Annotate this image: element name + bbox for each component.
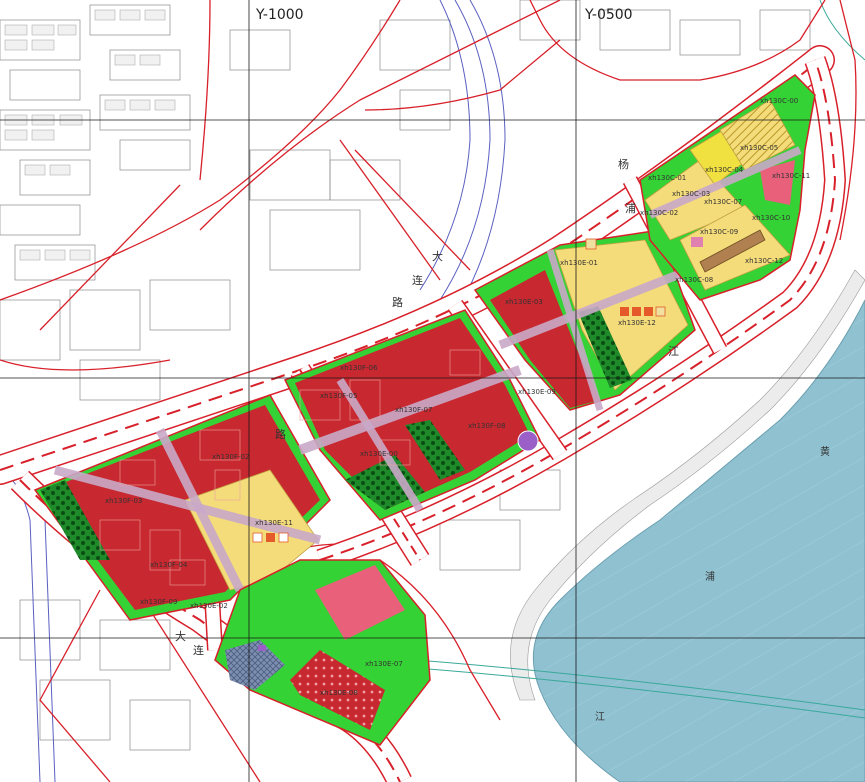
parcel-label: xh130E-08 xyxy=(320,689,358,697)
zoning-map[interactable]: Y-1000 Y-0500 xh130C-00 xh130C-05 xh130C… xyxy=(0,0,865,782)
parcel-label: xh130C-04 xyxy=(705,166,744,174)
river-name-char: 黄 xyxy=(820,445,830,458)
parcel-label: xh130F-04 xyxy=(150,561,188,569)
parcel-label: xh130F-08 xyxy=(468,422,505,430)
parcel-label: xh130F-03 xyxy=(105,497,142,505)
parcel-label: xh130F-05 xyxy=(320,392,357,400)
map-canvas: Y-1000 Y-0500 xh130C-00 xh130C-05 xh130C… xyxy=(0,0,865,782)
road-name-char: 大 xyxy=(175,629,186,643)
parcel-label: xh130C-08 xyxy=(675,276,713,284)
road-name-char: 江 xyxy=(668,345,679,358)
parcel-label: xh130E-12 xyxy=(618,319,656,327)
parcel-label: xh130C-05 xyxy=(740,144,778,152)
parcel-label: xh130F-07 xyxy=(395,406,432,414)
grid-label-right: Y-0500 xyxy=(584,7,633,23)
road-name-char: 浦 xyxy=(625,202,636,215)
road-name-char: 大 xyxy=(432,249,443,263)
river-name-char: 江 xyxy=(595,711,605,723)
parcel-label: xh130F-02 xyxy=(212,453,249,461)
road-name-char: 连 xyxy=(193,644,204,657)
river-name-char: 浦 xyxy=(705,570,715,583)
parcel-label: xh130E-09 xyxy=(518,388,556,396)
parcel-label: xh130C-12 xyxy=(745,257,783,265)
parcel-label: xh130C-03 xyxy=(672,190,710,198)
parcel-label: xh130C-10 xyxy=(752,214,790,222)
parcel-label: xh130C-11 xyxy=(772,172,810,180)
road-name-char: 连 xyxy=(412,274,423,287)
road-name-char: 路 xyxy=(392,296,403,309)
parcel-label: xh130C-00 xyxy=(760,97,798,105)
parcel-label: xh130F-06 xyxy=(340,364,378,372)
parcel-label: xh130E-00 xyxy=(360,450,398,458)
parcel-label: xh130C-07 xyxy=(704,198,742,206)
parcel-label: xh130E-03 xyxy=(505,298,543,306)
parcel-label: xh130E-07 xyxy=(365,660,403,668)
parcel-label: xh130F-09 xyxy=(140,598,177,606)
parcel-label: xh130C-02 xyxy=(640,209,678,217)
road-name-char: 路 xyxy=(275,428,286,441)
parcel-label: xh130C-01 xyxy=(648,174,686,182)
grid-label-left: Y-1000 xyxy=(255,7,304,23)
parcel-label: xh130C-09 xyxy=(700,228,738,236)
parcel-label: xh130E-01 xyxy=(560,259,598,267)
parcel-label: xh130E-11 xyxy=(255,519,293,527)
road-name-char: 杨 xyxy=(618,157,629,171)
parcel-label: xh130E-02 xyxy=(190,602,228,610)
